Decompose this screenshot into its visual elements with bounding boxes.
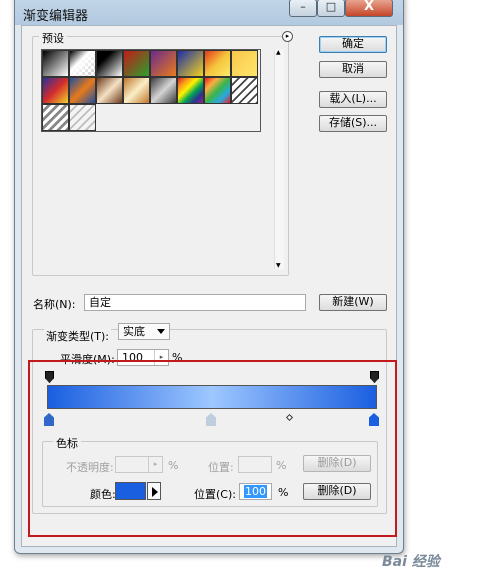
save-button[interactable]: 存储(S)...	[319, 115, 387, 132]
close-icon: X	[363, 0, 375, 14]
close-button[interactable]: X	[345, 0, 393, 17]
chevron-down-icon	[157, 329, 165, 334]
window-title: 渐变编辑器	[23, 9, 89, 24]
name-input[interactable]: 自定	[84, 294, 306, 311]
preset-swatch[interactable]	[231, 77, 258, 104]
watermark-logo: Bai 经验	[382, 554, 440, 570]
gradient-type-label: 渐变类型(T):	[44, 328, 112, 344]
preset-swatch[interactable]	[123, 50, 150, 77]
cancel-button[interactable]: 取消	[319, 61, 387, 78]
minimize-button[interactable]: –	[289, 0, 317, 17]
preset-swatch[interactable]	[42, 50, 69, 77]
preset-swatch[interactable]	[177, 77, 204, 104]
new-button[interactable]: 新建(W)	[319, 294, 387, 311]
preset-swatch[interactable]	[96, 50, 123, 77]
presets-group: 预设 ▸ ▲ ▼	[32, 30, 293, 276]
preset-swatch[interactable]	[150, 50, 177, 77]
ok-button[interactable]: 确定	[319, 36, 387, 53]
preset-swatch[interactable]	[123, 77, 150, 104]
presets-menu-icon[interactable]: ▸	[282, 31, 293, 42]
preset-swatch[interactable]	[96, 77, 123, 104]
preset-swatch[interactable]	[231, 50, 258, 77]
preset-swatch[interactable]	[177, 50, 204, 77]
minimize-icon: –	[300, 0, 306, 13]
preset-swatch[interactable]	[69, 104, 96, 131]
presets-scrollbar[interactable]: ▲ ▼	[274, 49, 284, 269]
presets-label: 预设	[39, 30, 67, 46]
maximize-icon: □	[325, 0, 337, 13]
gradient-type-select[interactable]: 实底	[118, 323, 170, 340]
load-button[interactable]: 载入(L)...	[319, 91, 387, 108]
preset-swatch[interactable]	[150, 77, 177, 104]
preset-swatch[interactable]	[42, 77, 69, 104]
scroll-up-icon[interactable]: ▲	[276, 49, 281, 56]
maximize-button[interactable]: □	[317, 0, 345, 17]
name-label: 名称(N):	[33, 298, 76, 311]
highlight-box	[28, 360, 397, 537]
scroll-down-icon[interactable]: ▼	[276, 262, 281, 269]
preset-swatch[interactable]	[69, 77, 96, 104]
preset-swatch[interactable]	[42, 104, 69, 131]
preset-swatch[interactable]	[204, 50, 231, 77]
title-bar: 渐变编辑器 – □ X	[15, 0, 403, 25]
gradient-type-value: 实底	[123, 325, 145, 338]
preset-swatch-grid	[41, 49, 261, 132]
preset-swatch[interactable]	[204, 77, 231, 104]
preset-swatch[interactable]	[69, 50, 96, 77]
